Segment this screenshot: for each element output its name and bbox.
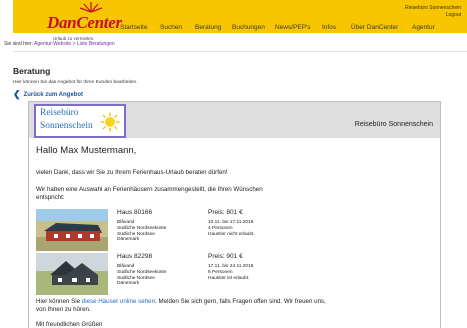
back-link-label: Zurück zum Angebot bbox=[23, 92, 83, 98]
house-coast: Südliche Nordseeküste bbox=[117, 225, 167, 231]
email-preview: Reisebüro Sonnenschein Reisebüro Sonnens… bbox=[28, 101, 441, 328]
agency-name: Reisebüro Sonnenschein bbox=[354, 121, 433, 128]
nav-item-startseite[interactable]: Startseite bbox=[120, 24, 147, 31]
house-coast: Südliche Nordseeküste bbox=[117, 269, 167, 275]
house-offer: Haus 80166 Blåvand Südliche Nordseeküste… bbox=[36, 209, 436, 253]
greeting: Hallo Max Mustermann, bbox=[36, 145, 137, 156]
nav-item-ueber[interactable]: Über DanCenter bbox=[351, 24, 398, 31]
houses-online-link[interactable]: diese Häuser online sehen bbox=[82, 298, 155, 305]
house-country: Dänemark bbox=[117, 237, 140, 243]
house-pets: Haustier ist erlaubt. bbox=[208, 275, 250, 281]
agency-logo-line1: Reisebüro bbox=[40, 108, 79, 118]
page-title: Beratung bbox=[13, 66, 51, 76]
agency-logo: Reisebüro Sonnenschein bbox=[34, 104, 126, 138]
logout-link[interactable]: Logout bbox=[405, 12, 461, 19]
house-pets: Haustier nicht erlaubt. bbox=[208, 231, 255, 237]
chevron-left-icon: ❮ bbox=[13, 89, 21, 99]
house-price: Preis: 801 € bbox=[208, 209, 243, 216]
closing-pre: Hier können Sie bbox=[36, 298, 82, 305]
house-country: Dänemark bbox=[117, 281, 140, 287]
nav-item-suchen[interactable]: Suchen bbox=[160, 24, 182, 31]
closing-text: Hier können Sie diese Häuser online sehe… bbox=[36, 298, 326, 314]
account-name: Reisebüro Sonnenschein bbox=[405, 5, 461, 11]
house-location: Blåvand Südliche Nordseeküste Südliche N… bbox=[117, 220, 166, 243]
thanks-text: vielen Dank, dass wir Sie zu Ihrem Ferie… bbox=[36, 169, 228, 176]
house-photo[interactable] bbox=[36, 209, 108, 251]
agency-logo-line2: Sonnenschein bbox=[40, 121, 93, 131]
nav-item-beratung[interactable]: Beratung bbox=[195, 24, 221, 31]
house-photo[interactable] bbox=[36, 253, 108, 295]
intro-text: Wir haben eine Auswahl an Ferienhäusern … bbox=[36, 186, 263, 201]
nav-item-buchungen[interactable]: Buchungen bbox=[232, 24, 265, 31]
nav-item-news[interactable]: News/PEP's bbox=[275, 24, 311, 31]
house-dates: 17.11. bis 24.11.2018 bbox=[208, 264, 254, 269]
house-location: Blåvand Südliche Nordseeküste Südliche N… bbox=[117, 264, 166, 287]
breadcrumb: Sie sind hier: Agentur-Website > Liste B… bbox=[4, 41, 115, 47]
house-details: 10.11. bis 17.11.2018 4 Personen Haustie… bbox=[208, 220, 255, 237]
house-name: Haus 82298 bbox=[117, 253, 153, 260]
divider bbox=[13, 51, 467, 52]
nav-item-infos[interactable]: Infos bbox=[322, 24, 336, 31]
brand-name: DanCenter bbox=[47, 13, 122, 32]
house-name: Haus 80166 bbox=[117, 209, 153, 216]
house-price: Preis: 901 € bbox=[208, 253, 243, 260]
account-area: Reisebüro Sonnenschein Logout bbox=[405, 5, 461, 19]
sun-icon bbox=[100, 112, 120, 132]
house-details: 17.11. bis 24.11.2018 6 Personen Haustie… bbox=[208, 264, 253, 281]
nav-item-agentur[interactable]: Agentur bbox=[412, 24, 435, 31]
top-header: DanCenter Urlaub zu vermieten. Startseit… bbox=[13, 0, 467, 41]
house-dates: 10.11. bis 17.11.2018 bbox=[208, 220, 254, 225]
breadcrumb-prefix: Sie sind hier: bbox=[4, 41, 33, 47]
back-link[interactable]: ❮ Zurück zum Angebot bbox=[13, 89, 83, 100]
house-offer: Haus 82298 Blåvand Südliche Nordseeküste… bbox=[36, 253, 436, 297]
breadcrumb-link[interactable]: Agentur-Website > Liste Beratungen bbox=[34, 41, 115, 47]
email-header: Reisebüro Sonnenschein Reisebüro Sonnens… bbox=[29, 102, 440, 138]
page-subtitle: Hier können Sie das Angebot für Ihren Ku… bbox=[13, 80, 138, 85]
sun-rays-icon bbox=[79, 2, 103, 13]
